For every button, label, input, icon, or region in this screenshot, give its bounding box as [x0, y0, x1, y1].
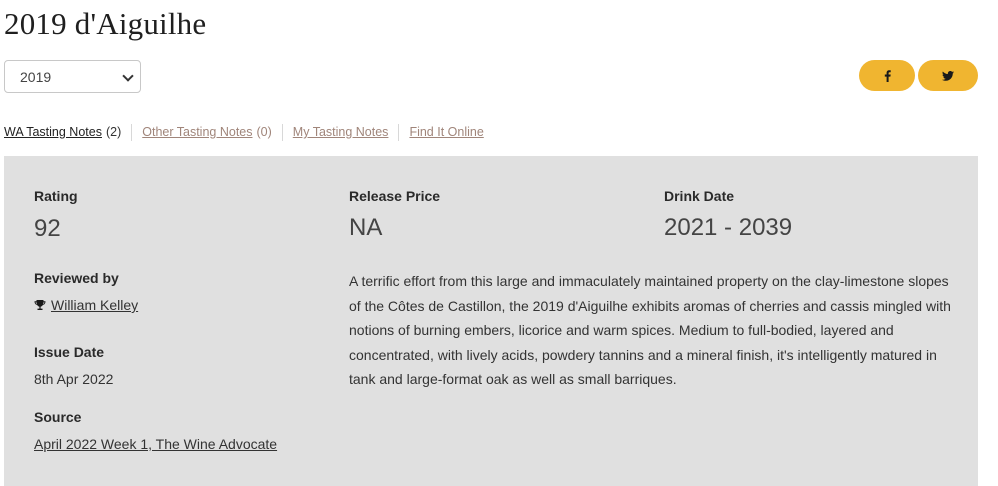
twitter-icon — [942, 70, 954, 81]
rating-value: 92 — [34, 215, 61, 242]
tab-other-tasting-notes[interactable]: Other Tasting Notes (0) — [142, 125, 272, 139]
source-label: Source — [34, 409, 82, 425]
drink-date-value: 2021 - 2039 — [664, 214, 793, 241]
vintage-select[interactable]: 2019 — [4, 60, 141, 93]
tasting-note-text: A terrific effort from this large and im… — [349, 273, 951, 387]
tab-divider — [131, 123, 133, 141]
chevron-down-icon — [122, 70, 134, 82]
rating-label: Rating — [34, 188, 78, 204]
tab-count: (0) — [256, 125, 272, 139]
tab-count: (2) — [105, 125, 122, 139]
release-price-label: Release Price — [349, 188, 441, 204]
tab-label: Find It Online — [409, 125, 484, 139]
release-price-value: NA — [349, 214, 383, 241]
tab-my-tasting-notes[interactable]: My Tasting Notes — [293, 125, 389, 139]
twitter-share-button[interactable] — [918, 60, 978, 91]
tasting-notes-tabs: WA Tasting Notes (2) Other Tasting Notes… — [4, 123, 484, 141]
tab-label: My Tasting Notes — [292, 125, 389, 139]
trophy-icon — [34, 300, 46, 310]
tab-divider — [281, 123, 283, 141]
tab-label: WA Tasting Notes — [4, 125, 102, 139]
reviewer: William Kelley — [34, 297, 138, 313]
issue-date-label: Issue Date — [34, 344, 105, 360]
drink-date-label: Drink Date — [664, 188, 735, 204]
reviewer-link[interactable]: William Kelley — [51, 297, 138, 313]
reviewed-by-label: Reviewed by — [34, 270, 119, 286]
facebook-icon — [884, 69, 891, 82]
facebook-share-button[interactable] — [859, 60, 915, 91]
review-panel: Rating 92 Release Price NA Drink Date 20… — [4, 156, 978, 486]
source-link[interactable]: April 2022 Week 1, The Wine Advocate — [34, 436, 277, 452]
issue-date-value: 8th Apr 2022 — [34, 371, 114, 387]
tab-find-it-online[interactable]: Find It Online — [409, 125, 483, 139]
page-title: 2019 d'Aiguilhe — [4, 6, 207, 41]
tab-label: Other Tasting Notes — [142, 125, 253, 139]
tab-divider — [398, 123, 400, 141]
tab-wa-tasting-notes[interactable]: WA Tasting Notes (2) — [4, 125, 121, 139]
vintage-select-value: 2019 — [20, 69, 52, 85]
